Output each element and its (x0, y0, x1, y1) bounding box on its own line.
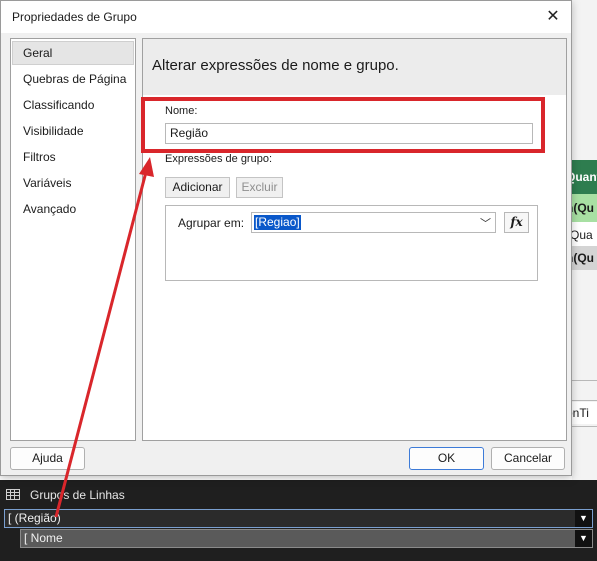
row-group-nome[interactable]: [ Nome ▼ (20, 529, 593, 548)
cancel-button[interactable]: Cancelar (491, 447, 565, 470)
nav-item-visibilidade[interactable]: Visibilidade (12, 119, 134, 143)
row-group-label: [ Nome (24, 531, 63, 545)
dropdown-arrow-icon[interactable]: ▼ (575, 530, 592, 547)
group-expressions-list: Agrupar em: [Regiao] ﹀ fx (165, 205, 538, 281)
dialog-title: Propriedades de Grupo (12, 10, 137, 24)
nav-item-variaveis[interactable]: Variáveis (12, 171, 134, 195)
nav-item-classificando[interactable]: Classificando (12, 93, 134, 117)
group-expressions-label: Expressões de grupo: (165, 153, 273, 165)
page-title: Alterar expressões de nome e grupo. (152, 57, 399, 74)
nav-item-geral[interactable]: Geral (12, 41, 134, 65)
group-by-label: Agrupar em: (178, 216, 245, 230)
dialog-titlebar: Propriedades de Grupo ✕ (1, 1, 571, 33)
dialog-nav-list: Geral Quebras de Página Classificando Vi… (10, 38, 136, 441)
ok-button[interactable]: OK (409, 447, 484, 470)
row-groups-title: Grupos de Linhas (30, 488, 125, 502)
group-by-value: [Regiao] (254, 215, 301, 230)
help-button[interactable]: Ajuda (10, 447, 85, 470)
row-group-regiao[interactable]: [ (Região) ▼ (4, 509, 593, 528)
group-properties-dialog: Propriedades de Grupo ✕ Geral Quebras de… (0, 0, 572, 476)
group-by-combobox[interactable]: [Regiao] ﹀ (251, 212, 496, 233)
nav-item-quebras-de-pagina[interactable]: Quebras de Página (12, 67, 134, 91)
chevron-down-icon[interactable]: ﹀ (480, 215, 491, 231)
delete-button[interactable]: Excluir (236, 177, 283, 198)
row-group-label: [ (Região) (8, 511, 61, 525)
nav-item-avancado[interactable]: Avançado (12, 197, 134, 221)
annotation-highlight-box (141, 97, 545, 153)
close-icon[interactable]: ✕ (541, 5, 565, 29)
page-header: Alterar expressões de nome e grupo. (143, 39, 566, 95)
grid-icon (6, 489, 20, 500)
dropdown-arrow-icon[interactable]: ▼ (575, 510, 592, 527)
expression-fx-button[interactable]: fx (504, 212, 529, 233)
nav-item-filtros[interactable]: Filtros (12, 145, 134, 169)
add-button[interactable]: Adicionar (165, 177, 230, 198)
